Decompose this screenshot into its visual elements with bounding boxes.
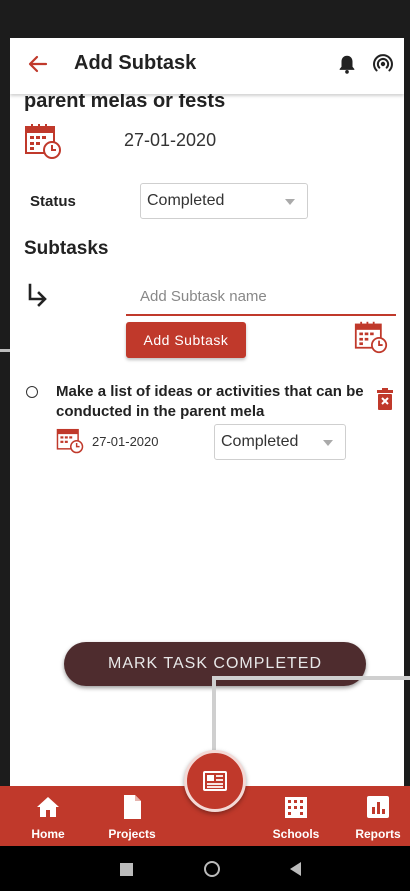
bar-chart-icon	[367, 796, 389, 818]
subtask-status-value: Completed	[221, 433, 299, 450]
home-icon	[37, 797, 59, 817]
status-dropdown[interactable]: Completed	[140, 183, 308, 219]
calendar-icon[interactable]	[24, 122, 62, 160]
subtask-name-input[interactable]	[126, 278, 396, 316]
nav-label: Reports	[355, 827, 401, 841]
bell-icon[interactable]	[336, 52, 358, 76]
delete-icon[interactable]	[376, 388, 394, 410]
chevron-down-icon	[285, 199, 295, 205]
subtask-status-dropdown[interactable]: Completed	[214, 424, 346, 460]
tutorial-guide-line	[212, 676, 410, 680]
broadcast-icon[interactable]	[372, 52, 394, 76]
document-icon	[124, 795, 141, 819]
nav-item-projects[interactable]: Projects	[92, 786, 172, 846]
subtask-title: Make a list of ideas or activities that …	[56, 383, 364, 420]
fab-button[interactable]	[184, 750, 246, 812]
page-title: Add Subtask	[74, 52, 197, 74]
nav-item-home[interactable]: Home	[8, 786, 88, 846]
subtask-radio[interactable]	[26, 386, 38, 398]
status-label: Status	[30, 193, 76, 210]
recent-apps-icon[interactable]	[120, 863, 133, 876]
overlay-left	[0, 38, 10, 786]
status-value: Completed	[147, 192, 225, 209]
chevron-down-icon	[323, 440, 333, 446]
calendar-icon[interactable]	[56, 426, 84, 454]
newspaper-icon	[203, 771, 227, 791]
home-circle-icon[interactable]	[204, 861, 220, 877]
nav-label: Schools	[272, 827, 320, 841]
status-bar-area	[0, 0, 410, 38]
nav-label: Home	[31, 827, 65, 841]
task-date: 27-01-2020	[124, 130, 217, 150]
calendar-icon[interactable]	[354, 320, 388, 354]
back-triangle-icon[interactable]	[290, 862, 301, 876]
nav-label: Projects	[108, 827, 156, 841]
back-arrow-icon[interactable]	[26, 52, 50, 76]
add-subtask-button[interactable]: Add Subtask	[126, 322, 246, 358]
tutorial-guide-line	[212, 678, 216, 750]
nav-item-reports[interactable]: Reports	[338, 786, 410, 846]
subtask-date: 27-01-2020	[92, 434, 159, 449]
subtasks-heading: Subtasks	[24, 238, 109, 259]
building-icon	[285, 797, 307, 818]
subdirectory-arrow-icon	[28, 283, 47, 307]
app-bar: Add Subtask	[10, 38, 404, 94]
system-navigation-bar	[0, 846, 410, 891]
overlay-right	[404, 38, 410, 786]
nav-item-schools[interactable]: Schools	[256, 786, 336, 846]
